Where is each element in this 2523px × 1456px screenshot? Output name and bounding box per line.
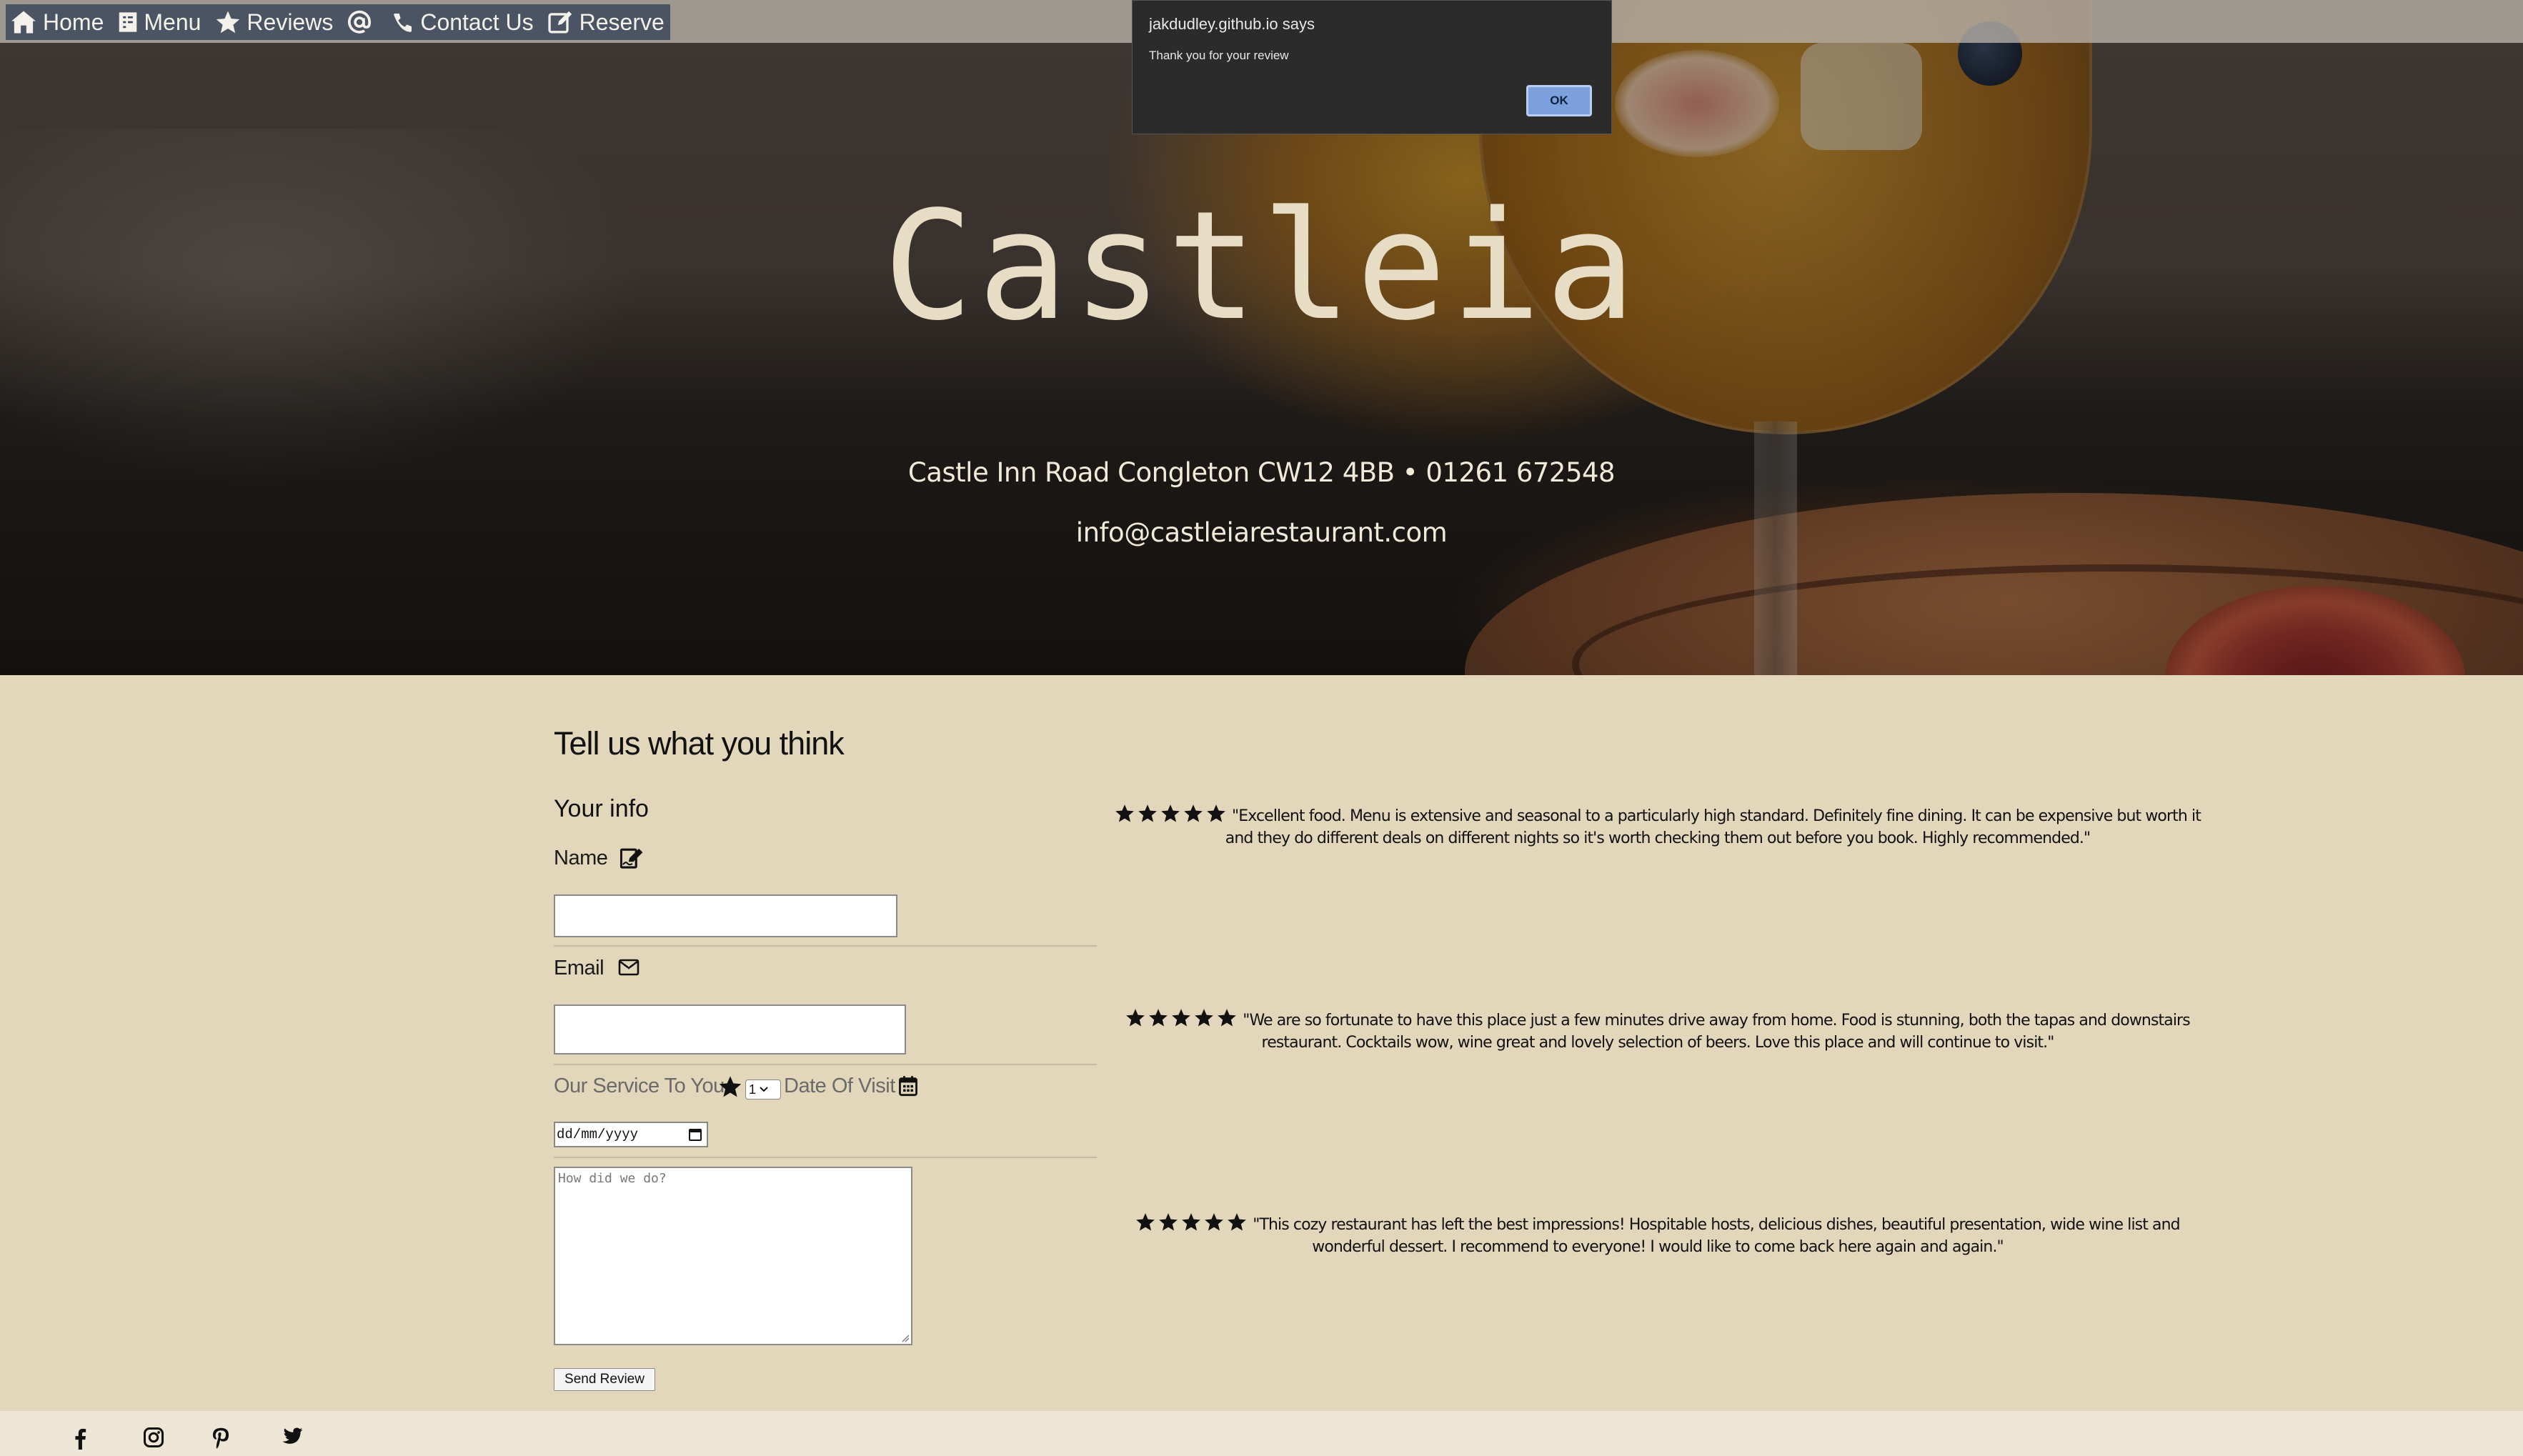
star-icon bbox=[1115, 804, 1134, 822]
home-icon bbox=[11, 11, 36, 34]
hero-address: Castle Inn Road Congleton CW12 4BB • 012… bbox=[907, 457, 1616, 488]
hero-email[interactable]: info@castleiarestaurant.com bbox=[0, 517, 2523, 548]
phone-icon bbox=[394, 14, 412, 32]
review-text: "This cozy restaurant has left the best … bbox=[1253, 1216, 2180, 1256]
nav-contact-label: Contact Us bbox=[420, 9, 534, 35]
divider bbox=[554, 1064, 1097, 1065]
footer bbox=[0, 1411, 2523, 1456]
email-label: Email bbox=[554, 957, 604, 979]
nav-email[interactable] bbox=[347, 10, 377, 34]
divider bbox=[554, 1157, 1097, 1158]
review-text: "We are so fortunate to have this place … bbox=[1243, 1012, 2190, 1052]
review-text: "Excellent food. Menu is extensive and s… bbox=[1225, 807, 2201, 847]
send-review-button[interactable]: Send Review bbox=[554, 1368, 655, 1391]
at-icon bbox=[348, 10, 372, 34]
menu-book-icon bbox=[119, 12, 137, 32]
twitter-icon[interactable] bbox=[280, 1427, 303, 1447]
reviews-section: Tell us what you think Your info Name Em… bbox=[0, 675, 2523, 1411]
form-subtitle: Your info bbox=[554, 795, 649, 822]
calendar-icon bbox=[899, 1076, 917, 1097]
rating-select-value: 1 bbox=[749, 1082, 757, 1097]
brand-title: Castleia bbox=[882, 179, 1641, 354]
star-icon bbox=[217, 11, 240, 34]
signature-icon bbox=[620, 848, 643, 869]
star-rating bbox=[1135, 1212, 1250, 1232]
nav-reserve[interactable]: Reserve bbox=[548, 9, 665, 36]
nav-reserve-label: Reserve bbox=[579, 9, 665, 35]
alert-ok-button[interactable]: OK bbox=[1526, 85, 1592, 116]
nav-home-label: Home bbox=[43, 9, 104, 35]
star-icon bbox=[1218, 1009, 1237, 1027]
star-icon bbox=[1205, 1213, 1224, 1231]
star-icon bbox=[1182, 1213, 1201, 1231]
nav-reviews[interactable]: Reviews bbox=[215, 9, 333, 36]
alert-message: Thank you for your review bbox=[1149, 49, 1289, 62]
facebook-icon[interactable] bbox=[74, 1427, 86, 1450]
star-icon bbox=[1126, 1009, 1145, 1027]
name-label: Name bbox=[554, 847, 608, 869]
review-textarea[interactable]: How did we do? bbox=[554, 1167, 912, 1345]
star-icon bbox=[1207, 804, 1225, 822]
rating-select[interactable]: 1 bbox=[745, 1079, 781, 1100]
service-label: Our Service To You bbox=[554, 1074, 725, 1097]
browser-alert-dialog: jakdudley.github.io says Thank you for y… bbox=[1132, 0, 1612, 134]
star-icon bbox=[1138, 804, 1157, 822]
review-card: "Excellent food. Menu is extensive and s… bbox=[1108, 804, 2208, 849]
star-icon bbox=[1184, 804, 1203, 822]
name-input[interactable] bbox=[554, 894, 897, 937]
date-of-visit-label: Date Of Visit bbox=[784, 1074, 895, 1097]
star-icon bbox=[1161, 804, 1180, 822]
email-input[interactable] bbox=[554, 1004, 906, 1054]
star-icon bbox=[1136, 1213, 1155, 1231]
review-card: "We are so fortunate to have this place … bbox=[1108, 1008, 2208, 1054]
star-icon bbox=[1149, 1009, 1168, 1027]
star-icon bbox=[1195, 1009, 1214, 1027]
star-rating bbox=[1115, 804, 1229, 823]
edit-icon bbox=[548, 11, 572, 34]
form-title: Tell us what you think bbox=[554, 725, 845, 762]
star-icon bbox=[1172, 1009, 1191, 1027]
star-rating bbox=[1125, 1008, 1240, 1027]
pinterest-icon[interactable] bbox=[212, 1427, 230, 1450]
nav-menu-link[interactable]: Menu bbox=[118, 9, 201, 36]
resize-grip-icon[interactable] bbox=[901, 1334, 910, 1342]
review-card: "This cozy restaurant has left the best … bbox=[1108, 1212, 2208, 1258]
chevron-down-icon bbox=[760, 1087, 768, 1092]
calendar-picker-icon[interactable] bbox=[688, 1127, 702, 1142]
nav-menu-label: Menu bbox=[144, 9, 201, 35]
star-icon bbox=[719, 1076, 742, 1097]
date-placeholder: dd/mm/yyyy bbox=[557, 1127, 639, 1142]
nav-home[interactable]: Home bbox=[10, 9, 104, 36]
review-placeholder: How did we do? bbox=[558, 1171, 667, 1186]
nav-reviews-label: Reviews bbox=[247, 9, 334, 35]
alert-title: jakdudley.github.io says bbox=[1149, 15, 1315, 33]
star-icon bbox=[1159, 1213, 1178, 1231]
divider bbox=[554, 945, 1097, 947]
nav-contact[interactable]: Contact Us bbox=[392, 9, 534, 36]
date-of-visit-input[interactable]: dd/mm/yyyy bbox=[554, 1122, 708, 1147]
star-icon bbox=[1228, 1213, 1247, 1231]
instagram-icon[interactable] bbox=[143, 1427, 164, 1448]
nav-menu: Home Menu Reviews Contact Us Reserve bbox=[6, 4, 670, 40]
envelope-icon bbox=[618, 959, 640, 976]
